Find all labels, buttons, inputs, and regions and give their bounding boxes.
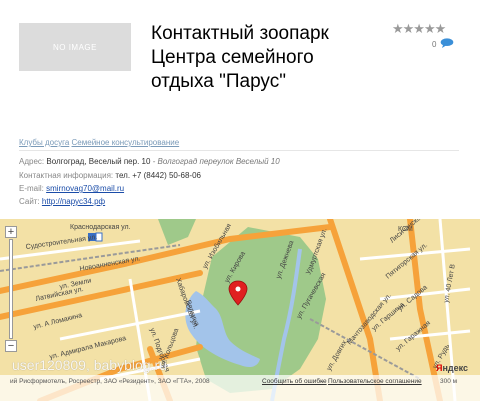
- email-row: E-mail: smirnovag70@mail.ru: [19, 184, 124, 193]
- email-label: E-mail:: [19, 184, 44, 193]
- address-label: Адрес:: [19, 157, 45, 166]
- terms-link[interactable]: Пользовательское соглашение: [328, 378, 422, 385]
- address-extra: - Волгоград переулок Веселый 10: [152, 157, 280, 166]
- street-label: ул. Довгих: [326, 339, 349, 372]
- watermark: user120809, babyblog.ru: [12, 357, 167, 373]
- road-major-2: [0, 270, 203, 320]
- divider: [19, 150, 459, 151]
- contact-label: Контактная информация:: [19, 171, 114, 180]
- website-row: Сайт: http://парус34.рф: [19, 197, 105, 206]
- zoom-in-button[interactable]: +: [5, 226, 17, 238]
- address-row: Адрес: Волгоград, Веселый пер. 10 - Волг…: [19, 157, 280, 166]
- street-label: ул. А Ломакина: [33, 312, 83, 331]
- zoom-control: + −: [5, 226, 17, 352]
- website-label: Сайт:: [19, 197, 40, 206]
- contact-value: тел. +7 (8442) 50-68-06: [115, 171, 201, 180]
- comment-bubble-icon[interactable]: [440, 38, 454, 48]
- zoom-slider[interactable]: [9, 239, 13, 339]
- map-scale: 300 м: [440, 378, 458, 385]
- address-value: Волгоград, Веселый пер. 10: [46, 157, 151, 166]
- rating-stars[interactable]: ★★★★★: [392, 22, 446, 35]
- no-image-label: NO IMAGE: [52, 42, 97, 52]
- road-minor-6: [389, 329, 471, 341]
- yandex-logo-rest: ндекс: [442, 363, 469, 373]
- category-links: Клубы досуга Семейное консультирование: [19, 138, 179, 147]
- street-label: Пятигорская ул.: [385, 242, 429, 281]
- street-label: КСМ: [398, 226, 413, 233]
- yandex-logo: Яндекс: [436, 363, 468, 373]
- contact-row: Контактная информация: тел. +7 (8442) 50…: [19, 171, 201, 180]
- comments-count: 0: [432, 40, 437, 49]
- map-view[interactable]: Краснодарская ул. Судостроительная ул. Н…: [0, 219, 480, 401]
- website-link[interactable]: http://парус34.рф: [42, 197, 105, 206]
- arrow-right-icon: →: [318, 378, 325, 385]
- report-error-link[interactable]: Сообщить об ошибке: [262, 378, 327, 385]
- email-link[interactable]: smirnovag70@mail.ru: [46, 184, 124, 193]
- map-footer: ий Рисформотелъ, Росреестр, ЗАО «Резиден…: [0, 375, 480, 401]
- place-title: Контактный зоопарк Центра семейного отды…: [151, 23, 329, 92]
- category-link-family-counseling[interactable]: Семейное консультирование: [72, 138, 180, 147]
- category-link-leisure-clubs[interactable]: Клубы досуга: [19, 138, 69, 147]
- street-label: Краснодарская ул.: [70, 224, 131, 231]
- map-copyright: ий Рисформотелъ, Росреестр, ЗАО «Резиден…: [10, 378, 210, 385]
- zoom-out-button[interactable]: −: [5, 340, 17, 352]
- park-patch: [158, 219, 196, 245]
- map-canvas[interactable]: Краснодарская ул. Судостроительная ул. Н…: [0, 219, 480, 401]
- no-image-placeholder: NO IMAGE: [19, 23, 131, 71]
- road-minor-8: [438, 219, 457, 401]
